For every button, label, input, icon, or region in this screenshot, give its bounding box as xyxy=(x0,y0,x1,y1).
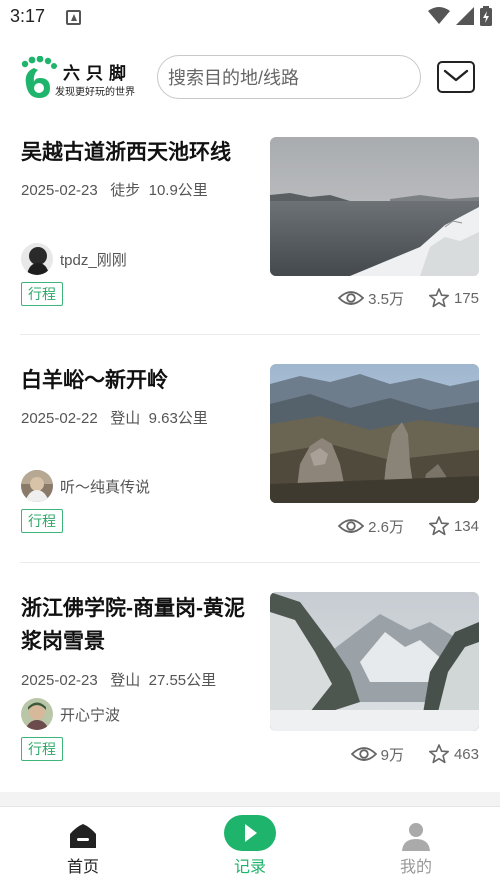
record-tag: 行程 xyxy=(21,737,63,761)
play-record-icon xyxy=(224,815,276,851)
record-date: 2025-02-22 xyxy=(21,410,98,427)
footprint-logo-icon xyxy=(21,56,57,98)
nav-record[interactable]: 记录 xyxy=(190,807,310,888)
record-stats: 9万 463 xyxy=(350,743,479,765)
record-distance: 9.63公里 xyxy=(148,410,208,427)
record-stats: 2.6万 134 xyxy=(338,515,479,537)
view-count: 2.6万 xyxy=(368,518,404,536)
star-icon[interactable] xyxy=(428,515,450,537)
record-thumbnail[interactable] xyxy=(270,592,479,731)
record-meta: 2025-02-23 登山 27.55公里 xyxy=(21,669,216,690)
search-input[interactable] xyxy=(168,63,408,93)
message-button[interactable] xyxy=(437,61,475,93)
like-count: 175 xyxy=(453,289,479,307)
card-divider xyxy=(20,562,480,563)
record-card[interactable]: 浙江佛学院-商量岗-黄泥浆岗雪景 2025-02-23 登山 27.55公里 开… xyxy=(0,580,500,808)
record-title: 浙江佛学院-商量岗-黄泥浆岗雪景 xyxy=(21,597,245,653)
eye-icon xyxy=(350,747,377,761)
record-author[interactable]: tpdz_刚刚 xyxy=(21,243,127,275)
record-activity: 徒步 xyxy=(110,182,141,199)
eye-icon xyxy=(338,519,365,533)
record-distance: 10.9公里 xyxy=(148,182,208,199)
author-name: 听～纯真传说 xyxy=(60,478,151,496)
record-tag: 行程 xyxy=(21,509,63,533)
record-title: 吴越古道浙西天池环线 xyxy=(21,141,231,164)
nav-home[interactable]: 首页 xyxy=(23,807,143,888)
record-card[interactable]: 白羊峪～新开岭 2025-02-22 登山 9.63公里 听～纯真传说 行程 2… xyxy=(0,352,500,580)
user-icon xyxy=(402,823,430,851)
avatar xyxy=(21,470,53,502)
bottom-nav: 首页 记录 我的 xyxy=(0,806,500,888)
avatar xyxy=(21,698,53,730)
record-meta: 2025-02-23 徒步 10.9公里 xyxy=(21,179,208,200)
list-end-divider xyxy=(0,792,500,806)
record-card[interactable]: 吴越古道浙西天池环线 2025-02-23 徒步 10.9公里 tpdz_刚刚 … xyxy=(0,124,500,352)
record-distance: 27.55公里 xyxy=(148,672,217,689)
record-activity: 登山 xyxy=(110,672,141,689)
record-stats: 3.5万 175 xyxy=(338,287,479,309)
view-count: 9万 xyxy=(380,746,404,764)
view-count: 3.5万 xyxy=(368,290,404,308)
like-count: 463 xyxy=(453,745,479,763)
record-author[interactable]: 听～纯真传说 xyxy=(21,470,150,502)
avatar xyxy=(21,243,53,275)
author-name: 开心宁波 xyxy=(60,706,121,724)
notification-icon xyxy=(66,10,81,25)
battery-icon xyxy=(480,6,492,26)
search-box[interactable] xyxy=(157,55,421,99)
record-thumbnail[interactable] xyxy=(270,364,479,503)
star-icon[interactable] xyxy=(428,287,450,309)
status-bar: 3:17 xyxy=(0,0,500,34)
author-name: tpdz_刚刚 xyxy=(60,251,127,269)
logo-slogan: 发现更好玩的世界 xyxy=(55,87,135,98)
logo-name: 六只脚 xyxy=(63,64,132,83)
record-thumbnail[interactable] xyxy=(270,137,479,276)
nav-mine[interactable]: 我的 xyxy=(356,807,476,888)
card-divider xyxy=(20,334,480,335)
eye-icon xyxy=(338,291,365,305)
star-icon[interactable] xyxy=(428,743,450,765)
record-author[interactable]: 开心宁波 xyxy=(21,698,120,730)
record-date: 2025-02-23 xyxy=(21,182,98,199)
record-title: 白羊峪～新开岭 xyxy=(21,369,168,392)
home-icon xyxy=(70,824,96,848)
nav-record-label: 记录 xyxy=(233,859,266,876)
nav-mine-label: 我的 xyxy=(399,859,432,876)
record-tag: 行程 xyxy=(21,282,63,306)
like-count: 134 xyxy=(453,517,479,535)
nav-home-label: 首页 xyxy=(66,859,99,876)
record-date: 2025-02-23 xyxy=(21,672,98,689)
status-icons xyxy=(428,6,492,26)
wifi-icon xyxy=(428,7,450,24)
record-meta: 2025-02-22 登山 9.63公里 xyxy=(21,407,208,428)
status-time: 3:17 xyxy=(10,6,46,26)
mail-icon xyxy=(443,69,469,82)
header: 六只脚 发现更好玩的世界 xyxy=(0,34,500,124)
signal-icon xyxy=(456,7,474,25)
record-activity: 登山 xyxy=(110,410,141,427)
